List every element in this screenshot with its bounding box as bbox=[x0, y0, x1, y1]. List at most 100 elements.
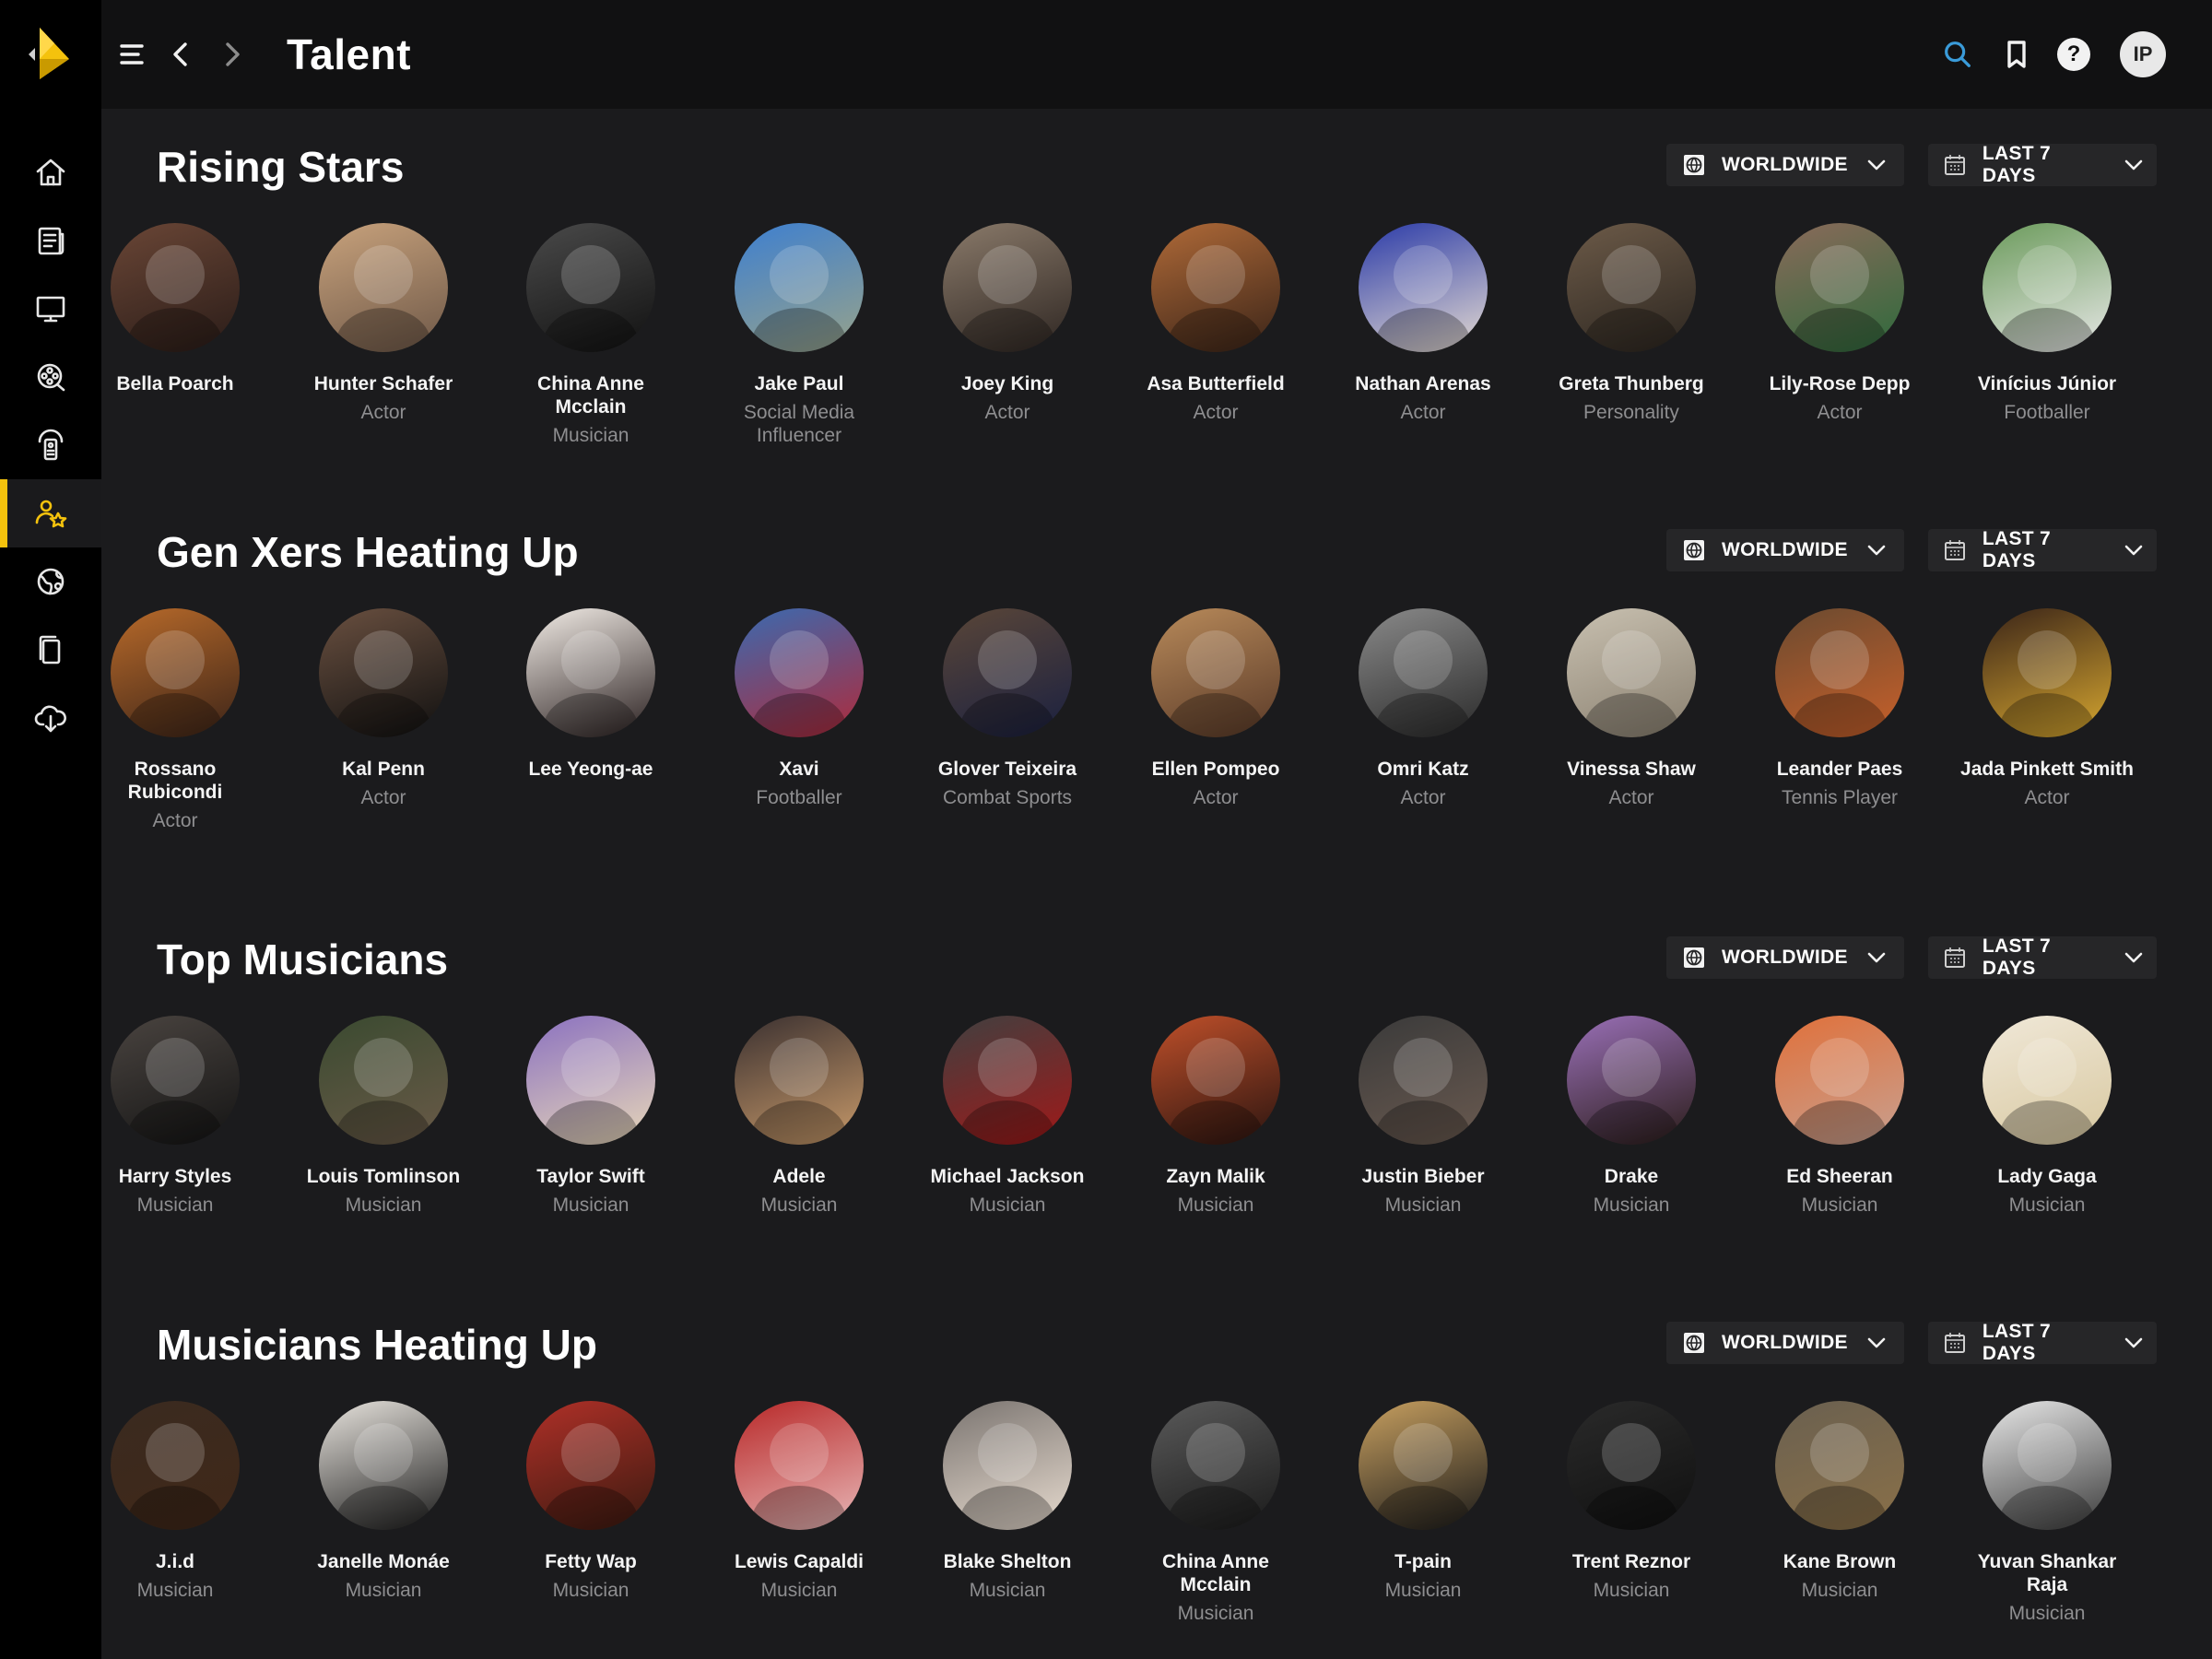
talent-photo bbox=[526, 608, 655, 737]
talent-card[interactable]: Vinícius Júnior Footballer bbox=[1959, 223, 2135, 424]
talent-card[interactable]: Blake Shelton Musician bbox=[920, 1401, 1095, 1602]
talent-name: China Anne Mcclain bbox=[1162, 1551, 1269, 1595]
region-filter-dropdown[interactable]: WORLDWIDE bbox=[1666, 529, 1904, 571]
talent-card[interactable]: Vinessa Shaw Actor bbox=[1544, 608, 1719, 809]
talent-card[interactable]: Taylor Swift Musician bbox=[503, 1016, 678, 1217]
sidebar-item-global[interactable] bbox=[0, 547, 101, 616]
talent-role: Musician bbox=[552, 425, 629, 446]
talent-card[interactable]: Drake Musician bbox=[1544, 1016, 1719, 1217]
sidebar-item-movies[interactable] bbox=[0, 343, 101, 411]
period-filter-dropdown[interactable]: LAST 7 DAYS bbox=[1928, 528, 2157, 571]
menu-button[interactable] bbox=[113, 36, 150, 73]
talent-role: Musician bbox=[345, 1194, 422, 1216]
talent-card[interactable]: Asa Butterfield Actor bbox=[1128, 223, 1303, 424]
talent-card[interactable]: Ed Sheeran Musician bbox=[1752, 1016, 1927, 1217]
talent-card[interactable]: Harry Styles Musician bbox=[88, 1016, 263, 1217]
bookmarks-button[interactable] bbox=[1998, 36, 2035, 73]
sidebar-item-talent[interactable] bbox=[0, 479, 101, 547]
talent-photo bbox=[1775, 223, 1904, 352]
globe-icon bbox=[1679, 1330, 1709, 1356]
talent-card[interactable]: Justin Bieber Musician bbox=[1335, 1016, 1511, 1217]
talent-card[interactable]: China Anne Mcclain Musician bbox=[1128, 1401, 1303, 1625]
remote-icon bbox=[38, 429, 64, 461]
talent-card[interactable]: Kane Brown Musician bbox=[1752, 1401, 1927, 1602]
talent-name: Kane Brown bbox=[1783, 1551, 1897, 1572]
talent-photo bbox=[1775, 608, 1904, 737]
talent-card[interactable]: Lady Gaga Musician bbox=[1959, 1016, 2135, 1217]
talent-name: Jake Paul bbox=[754, 373, 844, 394]
talent-role: Personality bbox=[1583, 402, 1679, 423]
region-filter-dropdown[interactable]: WORLDWIDE bbox=[1666, 1322, 1904, 1364]
talent-card[interactable]: Hunter Schafer Actor bbox=[296, 223, 471, 424]
talent-card[interactable]: Lee Yeong-ae bbox=[503, 608, 678, 786]
back-button[interactable] bbox=[163, 36, 200, 73]
user-avatar[interactable]: IP bbox=[2120, 31, 2166, 77]
talent-card[interactable]: Xavi Footballer bbox=[712, 608, 887, 809]
sidebar-item-documents[interactable] bbox=[0, 616, 101, 684]
talent-card[interactable]: Louis Tomlinson Musician bbox=[296, 1016, 471, 1217]
talent-card[interactable]: Ellen Pompeo Actor bbox=[1128, 608, 1303, 809]
sidebar-item-downloads[interactable] bbox=[0, 684, 101, 752]
talent-photo bbox=[1567, 223, 1696, 352]
sidebar-item-news[interactable] bbox=[0, 206, 101, 275]
search-button[interactable] bbox=[1939, 36, 1976, 73]
talent-card[interactable]: Omri Katz Actor bbox=[1335, 608, 1511, 809]
app-logo[interactable] bbox=[0, 0, 101, 109]
chevron-down-icon bbox=[1865, 538, 1888, 562]
sidebar-item-tv[interactable] bbox=[0, 275, 101, 343]
chevron-down-icon bbox=[2122, 538, 2146, 562]
talent-name: Ed Sheeran bbox=[1786, 1166, 1893, 1187]
talent-card[interactable]: Janelle Monáe Musician bbox=[296, 1401, 471, 1602]
talent-card[interactable]: Bella Poarch bbox=[88, 223, 263, 401]
period-filter-dropdown[interactable]: LAST 7 DAYS bbox=[1928, 1321, 2157, 1364]
talent-card[interactable]: Adele Musician bbox=[712, 1016, 887, 1217]
talent-name: Adele bbox=[772, 1166, 826, 1187]
talent-role: Musician bbox=[2008, 1194, 2086, 1216]
talent-photo bbox=[319, 223, 448, 352]
talent-name: Fetty Wap bbox=[545, 1551, 637, 1572]
talent-card[interactable]: Jake Paul Social Media Influencer bbox=[712, 223, 887, 447]
talent-card[interactable]: Lily-Rose Depp Actor bbox=[1752, 223, 1927, 424]
chevron-down-icon bbox=[1865, 153, 1888, 177]
talent-card[interactable]: Zayn Malik Musician bbox=[1128, 1016, 1303, 1217]
talent-card[interactable]: J.i.d Musician bbox=[88, 1401, 263, 1602]
talent-card[interactable]: Jada Pinkett Smith Actor bbox=[1959, 608, 2135, 809]
talent-card[interactable]: Fetty Wap Musician bbox=[503, 1401, 678, 1602]
sidebar-item-remote[interactable] bbox=[0, 411, 101, 479]
talent-card[interactable]: Nathan Arenas Actor bbox=[1335, 223, 1511, 424]
cloud-download-icon bbox=[34, 705, 66, 733]
help-button[interactable]: ? bbox=[2057, 38, 2090, 71]
talent-name: Leander Paes bbox=[1776, 759, 1903, 780]
period-filter-dropdown[interactable]: LAST 7 DAYS bbox=[1928, 143, 2157, 186]
forward-button[interactable] bbox=[213, 36, 250, 73]
talent-card[interactable]: Michael Jackson Musician bbox=[920, 1016, 1095, 1217]
talent-card[interactable]: Kal Penn Actor bbox=[296, 608, 471, 809]
region-filter-dropdown[interactable]: WORLDWIDE bbox=[1666, 144, 1904, 186]
talent-card[interactable]: Leander Paes Tennis Player bbox=[1752, 608, 1927, 809]
talent-section-2: Gen Xers Heating Up WORLDWIDE LAST 7 DAY… bbox=[101, 494, 2212, 881]
talent-role: Musician bbox=[1593, 1194, 1670, 1216]
top-bar: Talent ? IP bbox=[101, 0, 2212, 109]
sidebar bbox=[0, 0, 101, 1659]
chevron-down-icon bbox=[2122, 946, 2146, 970]
chevron-down-icon bbox=[1865, 946, 1888, 970]
period-filter-dropdown[interactable]: LAST 7 DAYS bbox=[1928, 935, 2157, 979]
section-title: Rising Stars bbox=[157, 143, 405, 191]
talent-card[interactable]: Lewis Capaldi Musician bbox=[712, 1401, 887, 1602]
period-filter-label: LAST 7 DAYS bbox=[1982, 1321, 2052, 1364]
talent-role: Musician bbox=[969, 1194, 1046, 1216]
talent-card[interactable]: T-pain Musician bbox=[1335, 1401, 1511, 1602]
talent-name: Taylor Swift bbox=[536, 1166, 645, 1187]
talent-card[interactable]: China Anne Mcclain Musician bbox=[503, 223, 678, 447]
talent-card[interactable]: Trent Reznor Musician bbox=[1544, 1401, 1719, 1602]
talent-card[interactable]: Glover Teixeira Combat Sports bbox=[920, 608, 1095, 809]
talent-card[interactable]: Rossano Rubicondi Actor bbox=[88, 608, 263, 832]
talent-role: Actor bbox=[1193, 787, 1239, 808]
sidebar-item-home[interactable] bbox=[0, 138, 101, 206]
talent-card[interactable]: Joey King Actor bbox=[920, 223, 1095, 424]
talent-card[interactable]: Yuvan Shankar Raja Musician bbox=[1959, 1401, 2135, 1625]
talent-photo bbox=[1983, 223, 2112, 352]
region-filter-dropdown[interactable]: WORLDWIDE bbox=[1666, 936, 1904, 979]
talent-photo bbox=[1567, 1401, 1696, 1530]
talent-card[interactable]: Greta Thunberg Personality bbox=[1544, 223, 1719, 424]
